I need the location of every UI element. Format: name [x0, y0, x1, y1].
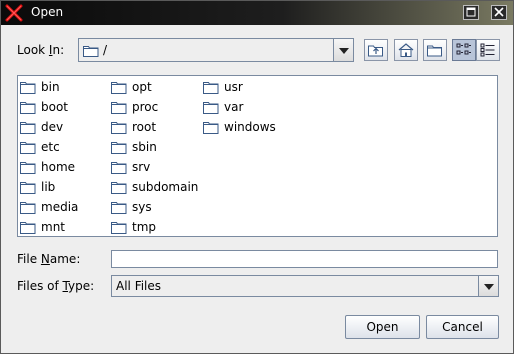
folder-icon [83, 46, 99, 57]
file-item-label: boot [41, 100, 69, 114]
cancel-button[interactable]: Cancel [426, 315, 499, 339]
folder-icon [111, 102, 127, 114]
folder-icon [111, 182, 127, 194]
folder-icon [111, 222, 127, 234]
file-item-label: sbin [132, 140, 157, 154]
home-icon [398, 43, 414, 57]
folder-icon [203, 82, 219, 94]
file-list[interactable]: bin boot dev etc home lib media mnt opt … [17, 75, 498, 237]
close-x-logo-icon [5, 4, 23, 22]
open-button[interactable]: Open [345, 315, 420, 339]
folder-icon [111, 82, 127, 94]
file-item-label: usr [224, 80, 243, 94]
file-item-label: sys [132, 200, 152, 214]
folder-icon [20, 102, 36, 114]
folder-icon [20, 202, 36, 214]
chevron-down-icon [339, 48, 349, 54]
folder-icon [111, 162, 127, 174]
folder-icon [203, 102, 219, 114]
open-dialog: Open Look In: / bin boot dev etc home li… [0, 0, 514, 354]
file-item-label: srv [132, 160, 151, 174]
new-folder-icon [427, 45, 442, 57]
window-title: Open [31, 5, 64, 19]
file-item-label: proc [132, 100, 159, 114]
files-of-type-combobox[interactable]: All Files [111, 275, 499, 297]
look-in-value: / [103, 43, 108, 57]
list-view-button[interactable] [452, 39, 476, 61]
folder-icon [111, 142, 127, 154]
file-item-label: etc [41, 140, 60, 154]
folder-icon [111, 122, 127, 134]
folder-icon [20, 122, 36, 134]
details-view-icon [480, 43, 495, 57]
file-item-label: dev [41, 120, 64, 134]
file-item-label: root [132, 120, 157, 134]
new-folder-button[interactable] [423, 39, 447, 61]
file-item-label: var [224, 100, 244, 114]
close-button[interactable] [491, 5, 507, 20]
look-in-dropdown-arrow[interactable] [333, 39, 353, 61]
maximize-icon [466, 7, 476, 17]
folder-icon [111, 202, 127, 214]
folder-icon [20, 142, 36, 154]
close-icon [494, 7, 504, 17]
up-folder-icon [368, 45, 383, 57]
look-in-combobox[interactable]: / [78, 38, 354, 62]
look-in-label: Look In: [17, 43, 65, 57]
file-item-label: lib [41, 180, 56, 194]
file-item-label: mnt [41, 220, 65, 234]
files-of-type-label: Files of Type: [17, 279, 95, 293]
folder-icon [20, 222, 36, 234]
up-one-level-button[interactable] [364, 39, 388, 61]
maximize-button[interactable] [463, 5, 479, 20]
files-of-type-value: All Files [116, 279, 162, 293]
folder-icon [20, 82, 36, 94]
file-name-input[interactable] [111, 250, 498, 268]
folder-icon [20, 162, 36, 174]
files-of-type-dropdown-arrow[interactable] [478, 276, 498, 296]
file-item-label: tmp [132, 220, 157, 234]
file-item-label: media [41, 200, 79, 214]
list-view-icon [456, 43, 471, 55]
file-name-label: File Name: [17, 252, 81, 266]
folder-icon [203, 122, 219, 134]
title-bar[interactable]: Open [1, 1, 513, 25]
file-item-label: subdomain [132, 180, 199, 194]
file-item-label: opt [132, 80, 152, 94]
file-item-label: bin [41, 80, 60, 94]
home-button[interactable] [394, 39, 418, 61]
file-item-label: home [41, 160, 76, 174]
details-view-button[interactable] [476, 39, 500, 61]
file-item-label: windows [224, 120, 276, 134]
folder-icon [20, 182, 36, 194]
chevron-down-icon [484, 284, 494, 290]
